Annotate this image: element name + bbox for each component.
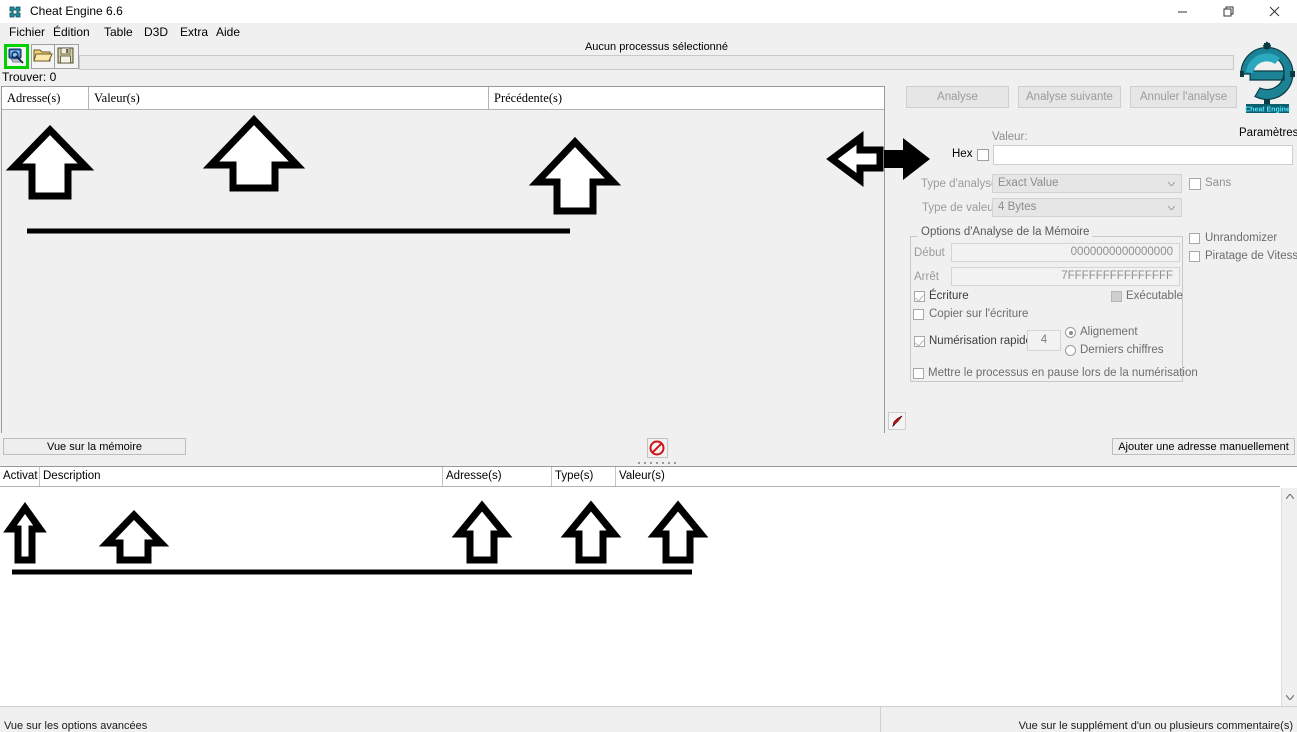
scan-type-label: Type d'analyse xyxy=(921,178,998,190)
first-scan-button[interactable]: Analyse xyxy=(906,86,1009,108)
not-label: Sans xyxy=(1205,177,1232,189)
add-address-manually-button[interactable]: Ajouter une adresse manuellement xyxy=(1112,438,1295,455)
prohibition-icon[interactable] xyxy=(647,438,668,458)
status-bar: Vue sur les options avancées Vue sur le … xyxy=(0,706,1297,732)
chevron-down-icon xyxy=(1168,206,1175,210)
unrandomizer-label: Unrandomizer xyxy=(1205,232,1278,244)
next-scan-button[interactable]: Analyse suivante xyxy=(1018,86,1121,108)
folder-open-icon[interactable] xyxy=(31,44,56,69)
scan-value-input[interactable] xyxy=(993,145,1293,165)
logo-wordmark: Cheat Engine xyxy=(1245,107,1290,114)
copy-on-write-checkbox[interactable] xyxy=(913,309,924,320)
memory-scan-options-title: Options d'Analyse de la Mémoire xyxy=(918,226,1093,238)
cheat-table-body[interactable] xyxy=(0,487,1280,706)
value-type-label: Type de valeur xyxy=(922,202,998,214)
title-bar: Cheat Engine 6.6 xyxy=(0,0,1297,24)
alignment-label: Alignement xyxy=(1080,326,1138,338)
status-left-text[interactable]: Vue sur les options avancées xyxy=(4,720,147,732)
pause-process-checkbox[interactable] xyxy=(913,368,924,379)
last-digits-radio[interactable] xyxy=(1065,345,1076,356)
fast-scan-checkbox[interactable] xyxy=(914,336,925,347)
cheat-engine-icon xyxy=(7,4,23,20)
unrandomizer-checkbox[interactable] xyxy=(1189,233,1200,244)
status-right-text[interactable]: Vue sur le supplément d'un ou plusieurs … xyxy=(1019,720,1293,732)
close-button[interactable] xyxy=(1252,0,1297,23)
stop-address-label: Arrêt xyxy=(914,271,939,283)
writable-checkbox[interactable] xyxy=(914,291,925,302)
start-address-input[interactable]: 0000000000000000 xyxy=(951,243,1180,262)
splitter-grip[interactable] xyxy=(636,461,680,465)
annotation-arrow-right-hex xyxy=(884,138,930,180)
maximize-button[interactable] xyxy=(1206,0,1251,23)
open-process-icon[interactable] xyxy=(4,44,29,69)
process-progress-bar xyxy=(79,55,1234,70)
menu-d3d[interactable]: D3D xyxy=(139,23,173,41)
menu-aide[interactable]: Aide xyxy=(211,23,245,41)
start-address-label: Début xyxy=(914,247,945,259)
column-header-active[interactable]: Activat xyxy=(0,467,40,486)
speedhack-checkbox[interactable] xyxy=(1189,251,1200,262)
chevron-down-icon xyxy=(1168,182,1175,186)
stop-address-input[interactable]: 7FFFFFFFFFFFFFFF xyxy=(951,267,1180,286)
column-header-previous[interactable]: Précédente(s) xyxy=(489,87,885,109)
chevron-down-icon[interactable] xyxy=(1282,689,1297,706)
value-type-dropdown[interactable]: 4 Bytes xyxy=(992,198,1182,217)
not-checkbox[interactable] xyxy=(1189,178,1201,190)
value-label: Valeur: xyxy=(992,131,1028,143)
column-header-description[interactable]: Description xyxy=(40,467,443,486)
hex-checkbox[interactable] xyxy=(977,149,989,161)
settings-label[interactable]: Paramètres xyxy=(1239,127,1297,139)
executable-checkbox[interactable] xyxy=(1111,291,1122,302)
red-arrow-icon[interactable] xyxy=(888,412,906,430)
menu-bar: Fichier Édition Table D3D Extra Aide xyxy=(0,23,1297,41)
alignment-input[interactable]: 4 xyxy=(1027,330,1061,351)
scan-results-panel[interactable]: Adresse(s) Valeur(s) Précédente(s) xyxy=(1,86,885,433)
window-title: Cheat Engine 6.6 xyxy=(30,4,123,18)
column-header-type[interactable]: Type(s) xyxy=(552,467,616,486)
minimize-button[interactable] xyxy=(1160,0,1205,23)
memory-view-button[interactable]: Vue sur la mémoire xyxy=(3,438,186,455)
scan-type-value: Exact Value xyxy=(998,177,1059,189)
column-header-value[interactable]: Valeur(s) xyxy=(89,87,489,109)
writable-label: Écriture xyxy=(929,290,969,302)
floppy-save-icon[interactable] xyxy=(54,44,79,69)
value-type-value: 4 Bytes xyxy=(998,201,1037,213)
cheat-table[interactable]: Activat Description Adresse(s) Type(s) V… xyxy=(0,466,1297,706)
speedhack-label: Piratage de Vitesse xyxy=(1205,250,1297,262)
cheat-engine-logo[interactable]: Cheat Engine xyxy=(1240,38,1295,123)
hex-label: Hex xyxy=(952,148,973,160)
column-header-value[interactable]: Valeur(s) xyxy=(616,467,1280,486)
found-count-label: Trouver: 0 xyxy=(2,70,57,84)
column-header-address[interactable]: Adresse(s) xyxy=(443,467,552,486)
pause-process-label: Mettre le processus en pause lors de la … xyxy=(928,367,1198,379)
menu-edition[interactable]: Édition xyxy=(48,23,95,41)
column-header-address[interactable]: Adresse(s) xyxy=(2,87,89,109)
executable-label: Exécutable xyxy=(1126,290,1183,302)
cheat-table-scrollbar[interactable] xyxy=(1281,488,1297,706)
copy-on-write-label: Copier sur l'écriture xyxy=(929,308,1029,320)
scan-results-body[interactable] xyxy=(2,110,884,433)
fast-scan-label: Numérisation rapide xyxy=(929,335,1032,347)
undo-scan-button[interactable]: Annuler l'analyse xyxy=(1130,86,1237,108)
status-separator xyxy=(880,707,881,732)
menu-fichier[interactable]: Fichier xyxy=(4,23,50,41)
scan-type-dropdown[interactable]: Exact Value xyxy=(992,174,1182,193)
scan-results-header: Adresse(s) Valeur(s) Précédente(s) xyxy=(2,87,884,110)
cheat-table-header: Activat Description Adresse(s) Type(s) V… xyxy=(0,467,1280,487)
process-status-label: Aucun processus sélectionné xyxy=(584,41,729,53)
last-digits-label: Derniers chiffres xyxy=(1080,344,1164,356)
alignment-radio[interactable] xyxy=(1065,327,1076,338)
menu-extra[interactable]: Extra xyxy=(175,23,213,41)
menu-table[interactable]: Table xyxy=(99,23,138,41)
chevron-up-icon[interactable] xyxy=(1282,488,1297,505)
